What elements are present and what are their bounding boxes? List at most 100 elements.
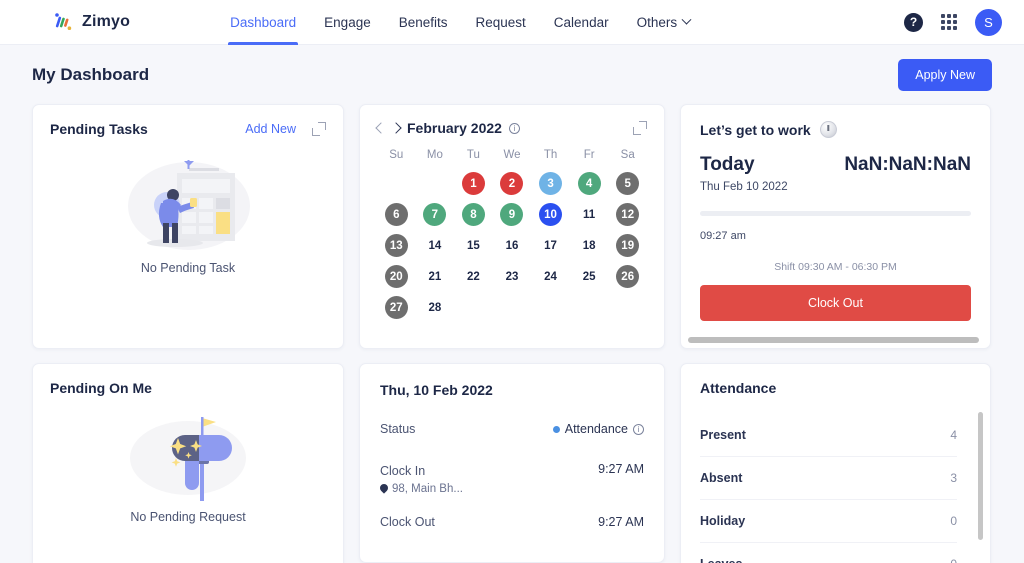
calendar-day-cell[interactable]: 5 bbox=[608, 169, 647, 198]
calendar-day[interactable]: 2 bbox=[500, 172, 524, 195]
expand-icon[interactable] bbox=[312, 122, 326, 136]
add-new-task-link[interactable]: Add New bbox=[245, 122, 296, 136]
calendar-day-cell[interactable]: 19 bbox=[608, 231, 647, 260]
calendar-day-cell[interactable]: 3 bbox=[531, 169, 570, 198]
calendar-day[interactable]: 4 bbox=[577, 172, 601, 195]
calendar-day-cell[interactable]: 6 bbox=[377, 200, 416, 229]
status-dot-icon bbox=[552, 425, 560, 433]
apply-new-button[interactable]: Apply New bbox=[898, 59, 992, 91]
nav-item-calendar[interactable]: Calendar bbox=[554, 0, 609, 45]
calendar-day[interactable]: 19 bbox=[616, 234, 640, 257]
nav-item-engage[interactable]: Engage bbox=[324, 0, 371, 45]
calendar-day-cell[interactable]: 7 bbox=[416, 200, 455, 229]
calendar-day-cell[interactable]: 22 bbox=[454, 262, 493, 291]
calendar-day[interactable]: 10 bbox=[539, 203, 563, 226]
grid-dot bbox=[953, 14, 957, 18]
calendar-day[interactable]: 26 bbox=[616, 265, 640, 288]
calendar-day[interactable]: 6 bbox=[384, 203, 408, 226]
calendar-day-cell[interactable]: 4 bbox=[570, 169, 609, 198]
calendar-day[interactable]: 24 bbox=[539, 265, 562, 288]
calendar-day-cell[interactable]: 8 bbox=[454, 200, 493, 229]
calendar-day[interactable]: 27 bbox=[384, 296, 408, 319]
attendance-title: Attendance bbox=[700, 380, 777, 396]
calendar-day-cell[interactable]: 11 bbox=[570, 200, 609, 229]
calendar-day[interactable]: 18 bbox=[578, 234, 601, 257]
calendar-day[interactable]: 14 bbox=[423, 234, 446, 257]
calendar-day[interactable]: 20 bbox=[384, 265, 408, 288]
calendar-day-cell[interactable]: 26 bbox=[608, 262, 647, 291]
nav-item-dashboard[interactable]: Dashboard bbox=[228, 0, 299, 45]
apps-grid-icon[interactable] bbox=[941, 14, 957, 30]
calendar-day-cell[interactable]: 23 bbox=[493, 262, 532, 291]
help-icon[interactable]: ? bbox=[904, 12, 923, 32]
work-header: Let’s get to work bbox=[700, 121, 971, 138]
calendar-day-cell bbox=[493, 293, 532, 322]
calendar-day-cell[interactable]: 20 bbox=[377, 262, 416, 291]
calendar-day-cell[interactable]: 24 bbox=[531, 262, 570, 291]
work-timer: NaN:NaN:NaN bbox=[844, 154, 971, 175]
calendar-day-cell[interactable]: 28 bbox=[416, 293, 455, 322]
calendar-day-cell[interactable]: 17 bbox=[531, 231, 570, 260]
clock-out-value: 9:27 AM bbox=[598, 515, 644, 529]
horizontal-scrollbar[interactable] bbox=[688, 337, 979, 343]
calendar-day[interactable]: 12 bbox=[616, 203, 640, 226]
calendar-day[interactable]: 15 bbox=[462, 234, 485, 257]
clock-in-row: Clock In 98, Main Bh... 9:27 AM bbox=[380, 462, 644, 495]
vertical-scrollbar[interactable] bbox=[978, 412, 983, 540]
calendar-day-cell[interactable]: 2 bbox=[493, 169, 532, 198]
calendar-dow: We bbox=[503, 149, 521, 161]
brand-logo[interactable]: Zimyo bbox=[52, 11, 130, 33]
expand-icon[interactable] bbox=[633, 121, 647, 135]
calendar-day[interactable]: 1 bbox=[461, 172, 485, 195]
calendar-day-cell[interactable]: 13 bbox=[377, 231, 416, 260]
calendar-day[interactable]: 5 bbox=[616, 172, 640, 195]
calendar-day[interactable]: 3 bbox=[539, 172, 563, 195]
today-date: Thu Feb 10 2022 bbox=[700, 181, 788, 193]
calendar-day[interactable]: 16 bbox=[500, 234, 523, 257]
calendar-day-cell bbox=[377, 169, 416, 198]
calendar-day-cell[interactable]: 25 bbox=[570, 262, 609, 291]
nav-item-request[interactable]: Request bbox=[476, 0, 526, 45]
work-divider bbox=[700, 211, 971, 216]
clock-in-location: 98, Main Bh... bbox=[380, 483, 463, 495]
calendar-day[interactable]: 22 bbox=[462, 265, 485, 288]
next-month-icon[interactable] bbox=[390, 122, 402, 134]
nav-item-benefits[interactable]: Benefits bbox=[399, 0, 448, 45]
prev-month-icon[interactable] bbox=[375, 122, 387, 134]
chevron-down-icon bbox=[681, 14, 692, 25]
info-icon[interactable]: i bbox=[633, 423, 644, 435]
calendar-day[interactable]: 21 bbox=[423, 265, 446, 288]
calendar-day-cell[interactable]: 9 bbox=[493, 200, 532, 229]
middle-column: February 2022 i Su Mo Tu We Th Fr Sa 123… bbox=[359, 104, 665, 563]
calendar-day[interactable]: 7 bbox=[423, 203, 447, 226]
nav-item-others[interactable]: Others bbox=[637, 0, 692, 45]
calendar-day[interactable]: 11 bbox=[578, 203, 601, 226]
calendar-day[interactable]: 23 bbox=[500, 265, 523, 288]
no-pending-request-illustration bbox=[130, 417, 246, 501]
calendar-day[interactable]: 9 bbox=[500, 203, 524, 226]
calendar-day[interactable]: 8 bbox=[461, 203, 485, 226]
calendar-day[interactable]: 25 bbox=[578, 265, 601, 288]
nav-label: Benefits bbox=[398, 14, 448, 30]
top-navigation-bar: Zimyo Dashboard Engage Benefits Request … bbox=[0, 0, 1024, 45]
calendar-day[interactable]: 28 bbox=[423, 296, 446, 319]
avatar[interactable]: S bbox=[975, 8, 1002, 36]
calendar-day[interactable]: 13 bbox=[384, 234, 408, 257]
info-icon[interactable]: i bbox=[508, 122, 520, 134]
pending-on-me-title: Pending On Me bbox=[50, 380, 152, 396]
calendar-day[interactable]: 17 bbox=[539, 234, 562, 257]
clock-out-button[interactable]: Clock Out bbox=[700, 285, 971, 321]
calendar-day-cell[interactable]: 1 bbox=[454, 169, 493, 198]
calendar-day-cell[interactable]: 14 bbox=[416, 231, 455, 260]
calendar-day-cell[interactable]: 27 bbox=[377, 293, 416, 322]
calendar-day-cell[interactable]: 15 bbox=[454, 231, 493, 260]
location-pin-icon bbox=[380, 484, 388, 495]
calendar-day-cell[interactable]: 16 bbox=[493, 231, 532, 260]
calendar-day-cell[interactable]: 18 bbox=[570, 231, 609, 260]
shift-label: Shift 09:30 AM - 06:30 PM bbox=[774, 261, 897, 273]
calendar-day-cell[interactable]: 21 bbox=[416, 262, 455, 291]
grid-dot bbox=[941, 20, 945, 24]
calendar-day-cell[interactable]: 12 bbox=[608, 200, 647, 229]
calendar-dow: Mo bbox=[426, 149, 443, 161]
calendar-day-cell[interactable]: 10 bbox=[531, 200, 570, 229]
